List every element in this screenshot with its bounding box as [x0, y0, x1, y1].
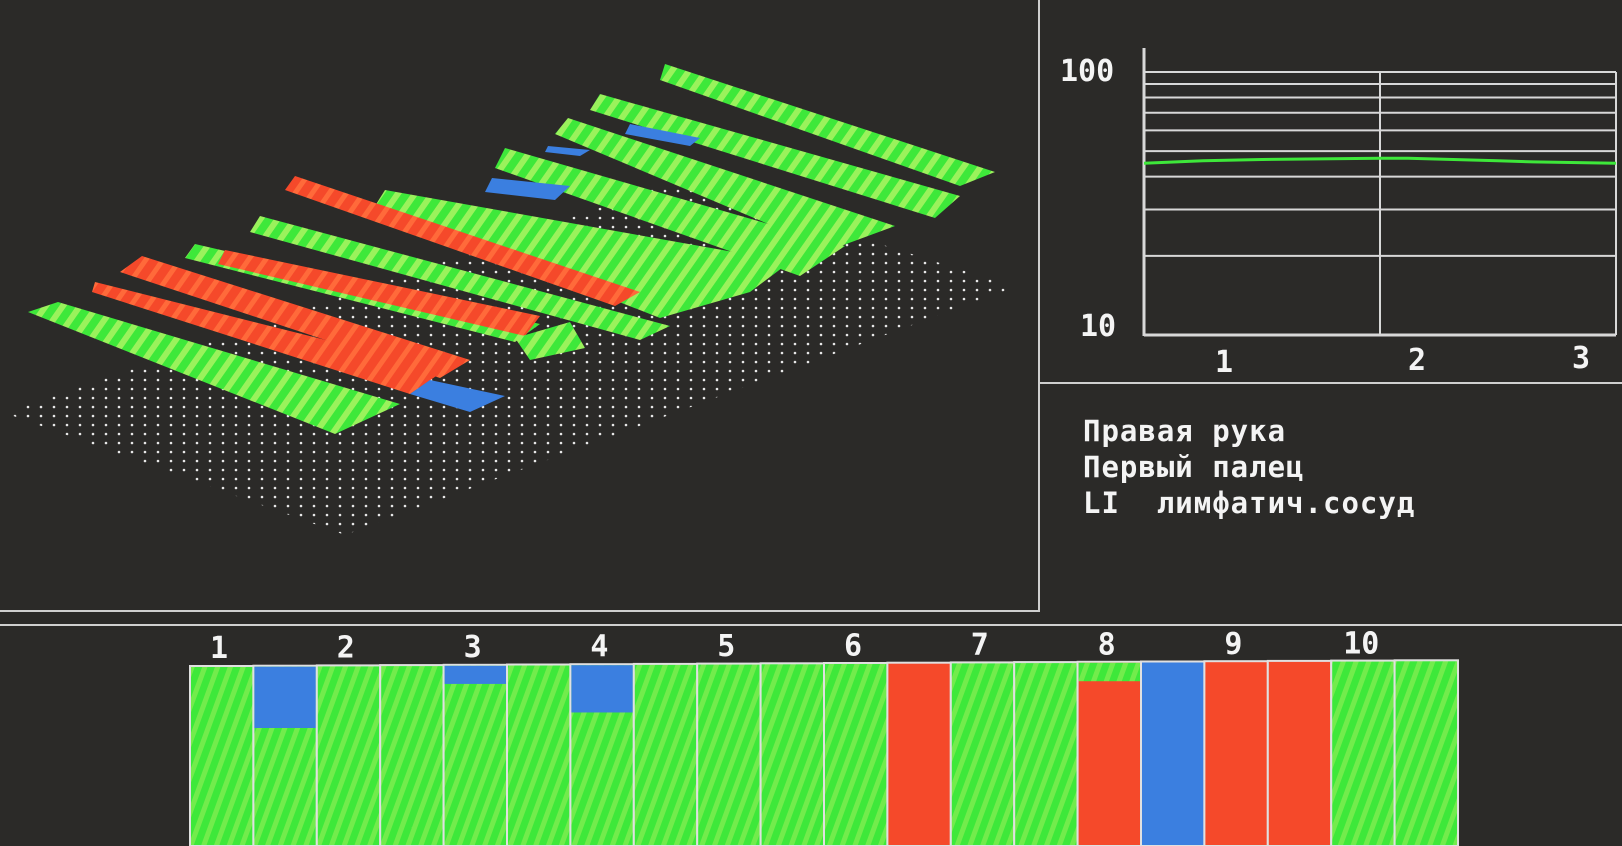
finger-label: Первый палец	[1083, 450, 1305, 484]
segment-group-label: 9	[1224, 627, 1242, 662]
trend-y-tick-label: 100	[1060, 54, 1114, 89]
isometric-3d-view	[5, 64, 1015, 535]
segment-group-label: 4	[590, 629, 608, 664]
channel-code: LI	[1083, 486, 1120, 520]
segment-bar-blue-part	[254, 666, 316, 729]
segment-bar	[1140, 660, 1206, 846]
segment-bar-chart: 1 2 3 4 5 6 7 8 9 10	[189, 626, 1459, 846]
segment-bar	[379, 664, 445, 846]
hand-label: Правая рука	[1083, 414, 1287, 448]
segment-bar	[1076, 660, 1142, 846]
trend-y-tick-label: 10	[1080, 309, 1116, 344]
segment-bar-blue-part	[444, 665, 506, 684]
segment-bar	[886, 661, 952, 846]
segment-bar	[315, 664, 382, 846]
trend-x-tick-label: 3	[1572, 341, 1590, 376]
segment-bar	[442, 663, 509, 846]
segment-group-label: 6	[844, 628, 862, 663]
surface-blue-patch	[545, 146, 590, 156]
segment-group-label: 10	[1343, 626, 1379, 661]
trend-chart-grid	[1143, 71, 1617, 336]
channel-name: лимфатич.сосуд	[1156, 486, 1416, 520]
segment-bar	[506, 663, 572, 846]
segment-bar	[823, 662, 889, 846]
segment-bar-blue-part	[571, 665, 633, 713]
segment-bar	[759, 662, 825, 846]
segment-group-label: 3	[464, 630, 482, 665]
channel-label: LI лимфатич.сосуд	[1083, 486, 1415, 520]
segment-bar	[632, 662, 699, 846]
segment-bar	[949, 661, 1016, 846]
segment-bar-green-part	[1078, 662, 1140, 682]
segment-bar	[189, 665, 255, 846]
segment-group-label: 1	[210, 631, 228, 666]
segment-bar	[1393, 659, 1459, 846]
segment-group-label: 5	[717, 629, 735, 664]
segment-group-label: 8	[1098, 627, 1116, 662]
segment-bar	[1330, 659, 1396, 846]
segment-group-label: 7	[971, 628, 989, 663]
segment-bar	[696, 662, 762, 846]
trend-x-tick-label: 2	[1408, 343, 1426, 378]
segment-group-label: 2	[337, 630, 355, 665]
trend-x-tick-label: 1	[1215, 345, 1233, 380]
segment-bar	[1266, 659, 1333, 846]
segment-bar	[1013, 661, 1079, 846]
segment-bar	[1203, 660, 1269, 846]
view-panel-bottom-border	[0, 610, 1040, 612]
trend-chart: 100 10 1 2 3	[1060, 48, 1617, 380]
